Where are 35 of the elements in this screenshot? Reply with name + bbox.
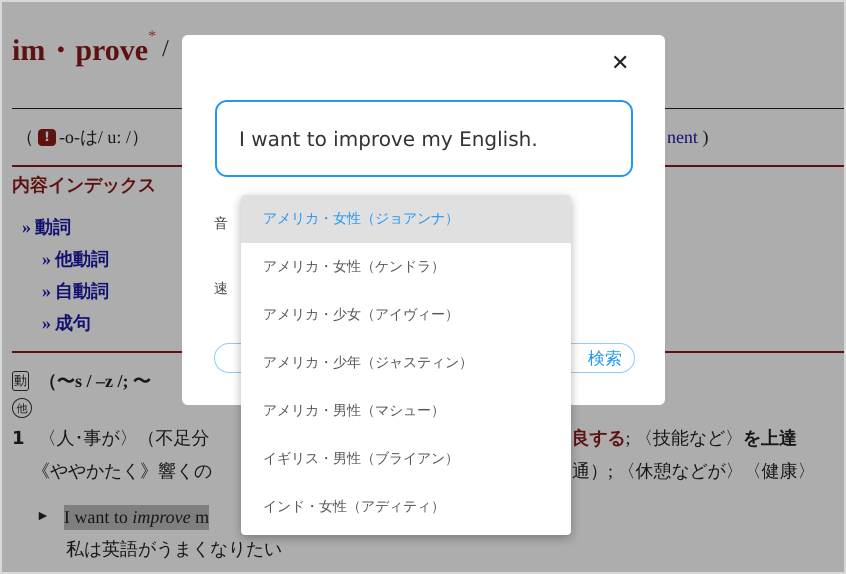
definition-text: 通）; 〈休憩などが〉〈健康〉 bbox=[572, 460, 816, 483]
warning-badge: ! bbox=[38, 128, 56, 146]
index-link[interactable]: » 動詞 bbox=[22, 211, 71, 243]
voice-option[interactable]: イギリス・男性（ブライアン） bbox=[241, 435, 571, 483]
index-link[interactable]: » 自動詞 bbox=[42, 275, 109, 307]
voice-option[interactable]: アメリカ・少女（アイヴィー） bbox=[241, 291, 571, 339]
index-link[interactable]: » 他動詞 bbox=[42, 243, 109, 275]
index-link[interactable]: » 成句 bbox=[42, 307, 91, 339]
pronunciation-text: -o-は/ u: /） bbox=[58, 126, 149, 149]
definition-text: を上達 bbox=[743, 427, 798, 450]
play-icon[interactable]: ► bbox=[36, 509, 50, 525]
separator: / bbox=[162, 36, 169, 63]
frequency-mark: * bbox=[148, 28, 156, 46]
transitive-badge: 他 bbox=[12, 398, 32, 418]
headword: im・prove bbox=[12, 33, 148, 69]
sense-number: 1 bbox=[12, 428, 25, 448]
voice-option[interactable]: アメリカ・男性（マシュー） bbox=[241, 387, 571, 435]
text-input-field[interactable]: I want to improve my English. bbox=[215, 100, 633, 177]
definition-text: ; 〈技能など〉 bbox=[626, 427, 744, 450]
voice-label: 音 bbox=[214, 215, 228, 233]
pronunciation-link[interactable]: nent bbox=[666, 126, 698, 148]
index-title: 内容インデックス bbox=[12, 174, 157, 198]
voice-option[interactable]: インド・女性（アディティ） bbox=[241, 483, 571, 531]
voice-option[interactable]: アメリカ・女性（ケンドラ） bbox=[241, 243, 571, 291]
inflection-text: （〜s / –z /; 〜 bbox=[39, 370, 151, 393]
part-of-speech-badge: 動 bbox=[12, 371, 29, 391]
example-sentence: I want to improve m bbox=[64, 504, 210, 530]
example-translation: 私は英語がうまくなりたい bbox=[66, 538, 282, 561]
definition-text: 良する bbox=[572, 427, 626, 450]
pronunciation-paren: （ bbox=[16, 126, 34, 149]
close-button[interactable]: ✕ bbox=[607, 49, 633, 77]
definition-text: 〈人･事が〉（不足分 bbox=[38, 427, 210, 450]
definition-text: 《ややかたく》響くの bbox=[32, 460, 212, 483]
closing-paren: ) bbox=[701, 126, 708, 148]
speed-label: 速 bbox=[214, 280, 228, 298]
